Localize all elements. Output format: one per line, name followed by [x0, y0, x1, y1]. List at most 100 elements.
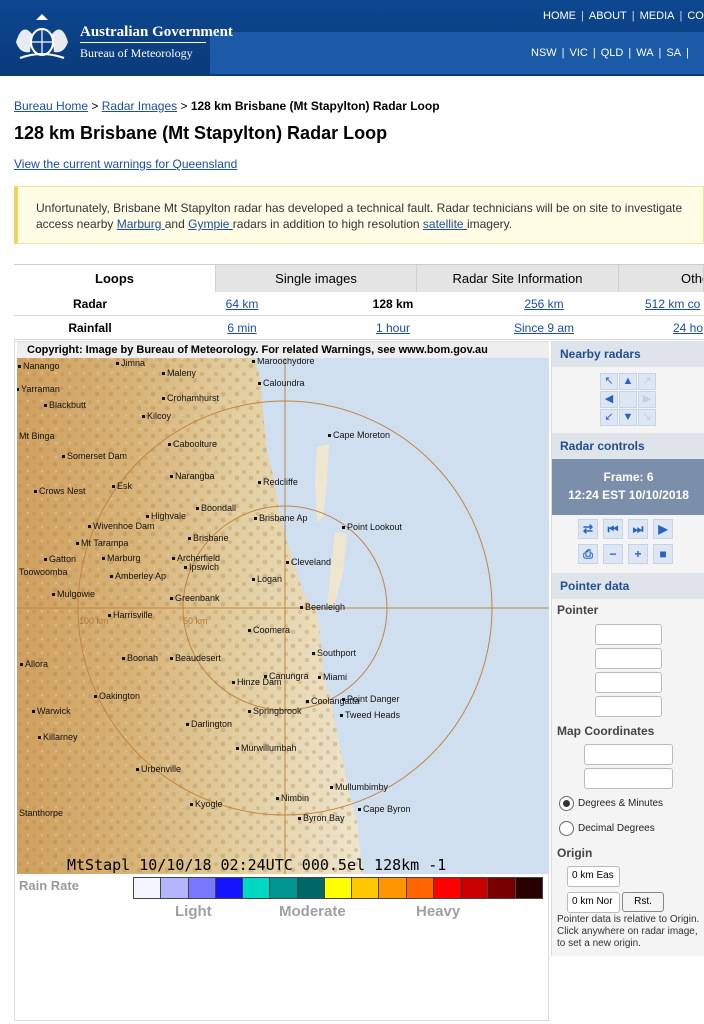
frame-number: Frame: 6 — [603, 470, 654, 484]
notice-text: radars in addition to high resolution — [232, 217, 423, 231]
pointer-field-4[interactable] — [595, 696, 662, 717]
scale-swatch — [243, 878, 271, 898]
nearby-nw-icon[interactable]: ↖ — [600, 373, 618, 390]
gov-title: Australian Government — [80, 24, 233, 40]
place-marker — [298, 817, 301, 820]
scale-swatch — [215, 878, 244, 898]
frame-indicator: Frame: 6 12:24 EST 10/10/2018 — [552, 459, 704, 515]
place-label: Harrisville — [113, 610, 153, 620]
header-rule — [80, 42, 206, 43]
range-512-link: 512 km co — [619, 292, 704, 316]
place-marker — [136, 768, 139, 771]
place-label: Springbrook — [253, 706, 302, 716]
tab-single-images[interactable]: Single images — [216, 265, 417, 292]
pointer-field-3[interactable] — [595, 672, 662, 693]
place-label: Nanango — [23, 361, 60, 371]
pointer-field-2[interactable] — [595, 648, 662, 669]
place-label: Cape Byron — [363, 804, 411, 814]
place-label: Kyogle — [195, 799, 223, 809]
place-label: Stanthorpe — [19, 808, 63, 818]
notice-line-2: access nearby Marburg and Gympie radars … — [36, 216, 703, 232]
state-nsw[interactable]: NSW — [526, 47, 562, 59]
state-qld[interactable]: QLD — [596, 47, 629, 59]
map-coord-field-2[interactable] — [584, 768, 673, 789]
nearby-center-icon — [619, 391, 637, 408]
rain-rate-label: Rain Rate — [19, 878, 79, 893]
rain-since9-cell: Since 9 am — [469, 316, 619, 340]
warnings-link[interactable]: View the current warnings for Queensland — [14, 157, 237, 171]
tab-radar-site-info[interactable]: Radar Site Information — [417, 265, 619, 292]
nav-about[interactable]: ABOUT — [584, 10, 632, 22]
place-label: Logan — [257, 574, 282, 584]
place-label: Toowoomba — [19, 567, 68, 577]
origin-east-field[interactable]: 0 km Eas — [567, 866, 620, 887]
place-label: Greenbank — [175, 593, 220, 603]
place-label: Esk — [117, 481, 133, 491]
tab-loops[interactable]: Loops — [14, 265, 216, 292]
origin-north-field[interactable]: 0 km Nor — [567, 892, 620, 913]
place-label: Amberley Ap — [115, 571, 166, 581]
place-label: Narangba — [175, 471, 215, 481]
nearby-w-icon[interactable]: ◀ — [600, 391, 618, 408]
nav-sep: | — [581, 10, 584, 22]
rain-1hour-link[interactable]: 1 hour — [376, 321, 410, 335]
degrees-minutes-radio[interactable] — [559, 796, 574, 811]
faster-icon[interactable]: + — [628, 544, 648, 564]
stop-icon[interactable]: ■ — [653, 544, 673, 564]
range-512-link-text[interactable]: 512 km co — [645, 297, 700, 311]
slower-icon[interactable]: − — [603, 544, 623, 564]
range-256-link-text[interactable]: 256 km — [524, 297, 563, 311]
scale-swatch — [324, 878, 353, 898]
degrees-minutes-label: Degrees & Minutes — [578, 798, 664, 809]
place-marker — [358, 808, 361, 811]
place-marker — [184, 566, 187, 569]
radar-image[interactable]: Nanango Jimna Maroochydore Maleny Caloundra Y… — [17, 342, 549, 874]
place-label: Maleny — [167, 368, 197, 378]
radar-map[interactable]: Nanango Jimna MaroochydoreMalenyCaloundraY… — [17, 342, 549, 874]
print-icon[interactable]: ⎙ — [578, 544, 598, 564]
state-vic[interactable]: VIC — [565, 47, 593, 59]
range-128-current: 128 km — [372, 297, 414, 311]
place-marker — [170, 597, 173, 600]
place-marker — [196, 507, 199, 510]
reset-origin-button[interactable]: Rst. — [622, 892, 664, 912]
nav-home[interactable]: HOME — [538, 10, 581, 22]
state-sa[interactable]: SA — [661, 47, 686, 59]
tab-other[interactable]: Othe — [619, 265, 704, 292]
satellite-link[interactable]: satellite — [423, 217, 467, 231]
nav-media[interactable]: MEDIA — [635, 10, 680, 22]
scale-swatch — [406, 878, 434, 898]
nearby-s-icon[interactable]: ▼ — [619, 409, 637, 426]
tab-row: Loops Single images Radar Site Informati… — [14, 265, 704, 292]
play-icon[interactable]: ▶ — [653, 519, 673, 539]
place-label: Tweed Heads — [345, 710, 401, 720]
nearby-sw-icon[interactable]: ↙ — [600, 409, 618, 426]
range-64-link-text[interactable]: 64 km — [226, 297, 259, 311]
scale-swatch — [433, 878, 462, 898]
step-back-icon[interactable]: ⏮ — [603, 519, 623, 539]
swap-icon[interactable]: ⇄ — [578, 519, 598, 539]
gympie-link[interactable]: Gympie — [188, 217, 233, 231]
place-label: Darlington — [191, 719, 232, 729]
rain-6min-link[interactable]: 6 min — [227, 321, 256, 335]
scale-label-light: Light — [175, 903, 212, 920]
place-label: Ipswich — [189, 562, 219, 572]
place-marker — [44, 558, 47, 561]
breadcrumb-radar-link[interactable]: Radar Images — [102, 99, 177, 113]
marburg-link[interactable]: Marburg — [117, 217, 165, 231]
rain-since9-link[interactable]: Since 9 am — [514, 321, 574, 335]
step-forward-icon[interactable]: ⏭ — [628, 519, 648, 539]
place-label: Wivenhoe Dam — [93, 521, 155, 531]
place-label: Killarney — [43, 732, 78, 742]
place-marker — [88, 525, 91, 528]
decimal-degrees-radio[interactable] — [559, 821, 574, 836]
map-coord-field-1[interactable] — [584, 744, 673, 765]
state-wa[interactable]: WA — [631, 47, 658, 59]
breadcrumb-home-link[interactable]: Bureau Home — [14, 99, 88, 113]
nav-contact[interactable]: CO — [682, 10, 704, 22]
product-tabs: Loops Single images Radar Site Informati… — [14, 264, 704, 340]
rain-24h-link[interactable]: 24 ho — [673, 321, 703, 335]
nearby-n-icon[interactable]: ▲ — [619, 373, 637, 390]
place-marker — [340, 714, 343, 717]
pointer-field-1[interactable] — [595, 624, 662, 645]
